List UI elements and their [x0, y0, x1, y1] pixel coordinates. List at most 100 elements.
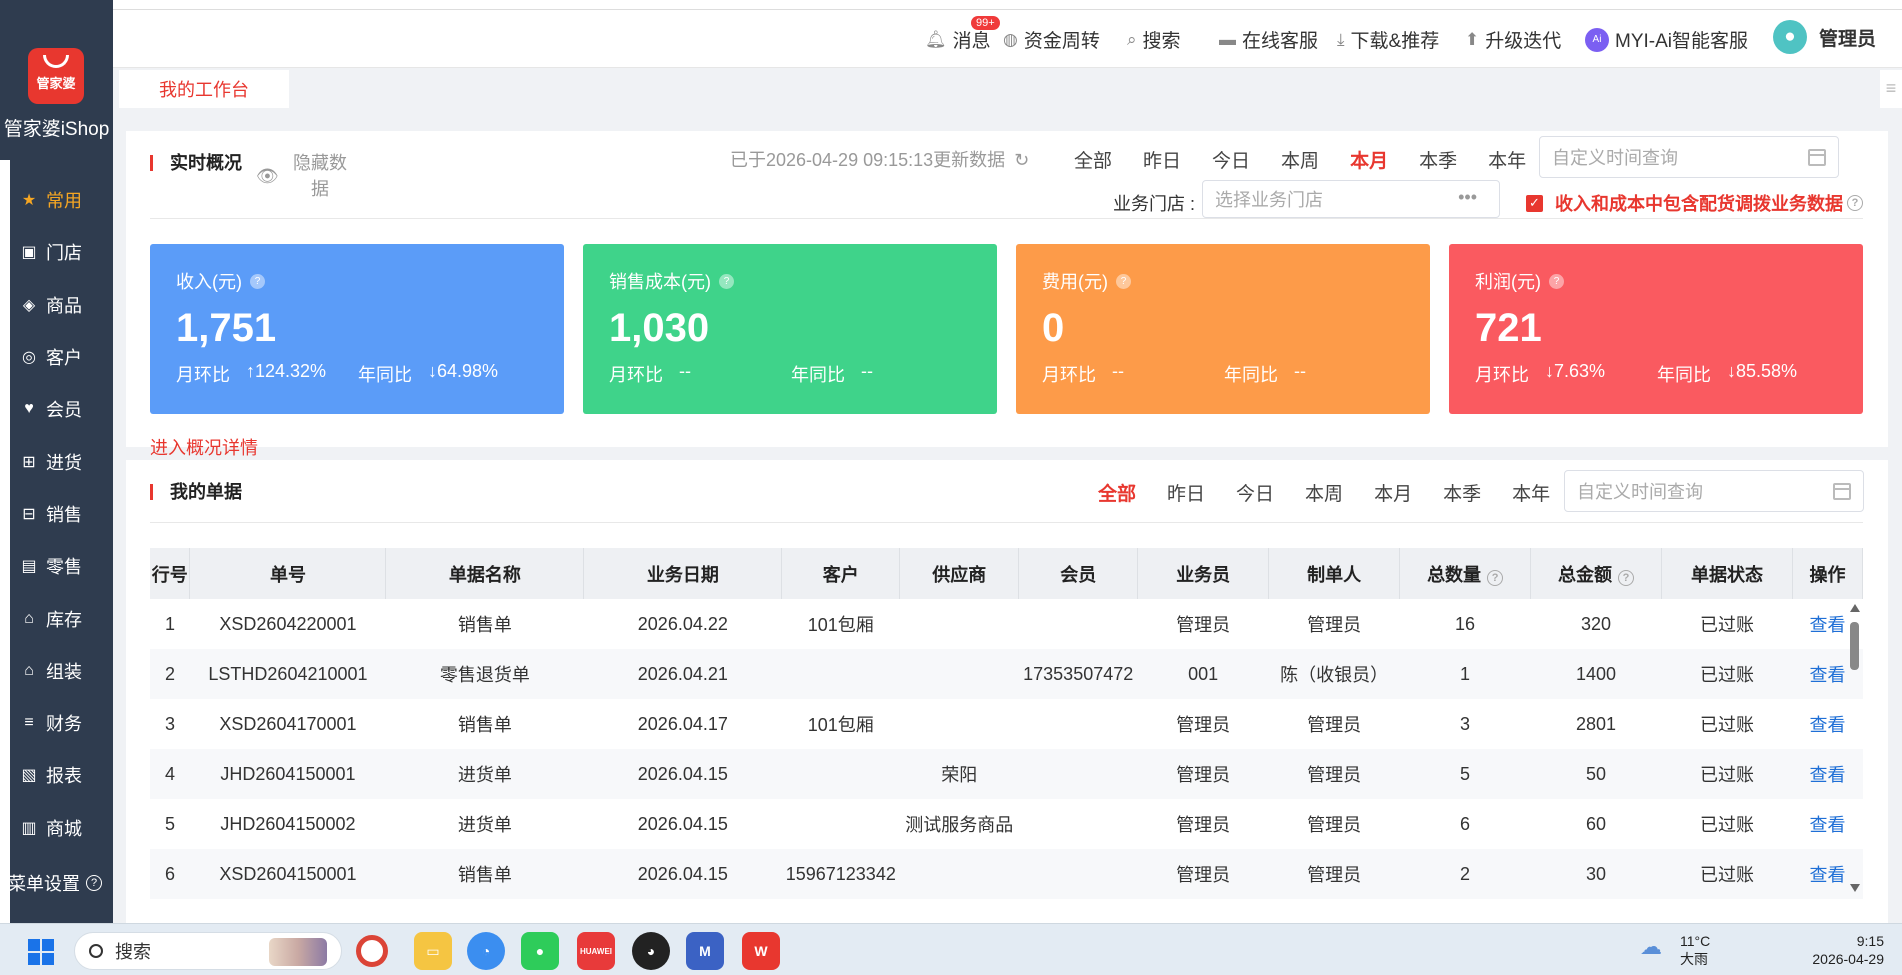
column-header-label: 单据名称: [448, 564, 521, 585]
overview-range-option[interactable]: 本月: [1350, 146, 1388, 173]
scroll-down-icon[interactable]: [1850, 884, 1860, 892]
sidebar-item-12[interactable]: ▥ 商城: [0, 802, 113, 854]
table-cell: 5: [1399, 749, 1531, 799]
overview-range-option[interactable]: 本周: [1281, 146, 1319, 173]
table-cell: 2026.04.15: [583, 749, 782, 799]
overview-date-input[interactable]: 自定义时间查询: [1539, 136, 1839, 178]
documents-range-option[interactable]: 本周: [1305, 479, 1343, 506]
assemble-icon: ⌂: [24, 661, 34, 679]
user-menu[interactable]: ● 管理员: [1773, 20, 1876, 54]
cost-card[interactable]: 销售成本(元)? 1,030 月环比 -- 年同比 --: [583, 244, 997, 414]
sidebar-item-5[interactable]: ⊞ 进货: [0, 435, 113, 487]
documents-range-option[interactable]: 今日: [1236, 479, 1274, 506]
table-row[interactable]: 1 XSD2604220001 销售单 2026.04.22 101包厢 管理员 管理员 16…: [150, 599, 1863, 649]
table-scrollbar[interactable]: [1848, 600, 1862, 896]
help-icon[interactable]: ?: [1549, 273, 1564, 289]
table-cell: 101包厢: [807, 715, 874, 735]
windows-start-icon[interactable]: [28, 939, 54, 965]
eye-icon[interactable]: 👁︎: [256, 166, 279, 187]
table-row[interactable]: 4 JHD2604150001 进货单 2026.04.15 荣阳 管理员 管理员 5 50 已过…: [150, 749, 1863, 799]
help-icon[interactable]: ?: [1487, 569, 1504, 586]
documents-range-option[interactable]: 全部: [1098, 479, 1136, 506]
sidebar-item-label: 报表: [46, 766, 82, 787]
table-row[interactable]: 6 XSD2604150001 销售单 2026.04.15 15967123342 管理…: [150, 849, 1863, 899]
weather-widget[interactable]: ☁︎ 11°C 大雨: [1640, 932, 1710, 968]
table-cell: [899, 649, 1019, 699]
qq-icon[interactable]: ◕: [632, 932, 670, 970]
profit-card[interactable]: 利润(元)? 721 月环比 ↓7.63% 年同比 ↓85.58%: [1449, 244, 1863, 414]
help-icon[interactable]: ?: [1116, 273, 1131, 289]
menu-settings-button[interactable]: 菜单设置 ?: [0, 862, 113, 904]
funds-button[interactable]: ◍ 资金周转: [1003, 26, 1100, 53]
help-icon[interactable]: ?: [1847, 195, 1863, 211]
tab-menu-icon[interactable]: ≡: [1880, 70, 1902, 108]
tab-workbench[interactable]: 我的工作台: [119, 70, 289, 108]
scroll-up-icon[interactable]: [1850, 604, 1860, 612]
help-icon[interactable]: ?: [719, 273, 734, 289]
overview-range-option[interactable]: 全部: [1074, 146, 1112, 173]
sidebar-item-1[interactable]: ▣ 门店: [0, 226, 113, 278]
chat-icon[interactable]: ◔: [467, 932, 505, 970]
table-cell: 管理员: [1307, 615, 1362, 635]
sidebar-item-11[interactable]: ▧ 报表: [0, 749, 113, 801]
folder-icon[interactable]: ▭: [414, 932, 452, 970]
store-icon: ▣: [21, 244, 37, 262]
help-icon[interactable]: ?: [86, 875, 102, 891]
wps-icon[interactable]: W: [742, 932, 780, 970]
refresh-icon[interactable]: ↻: [1014, 150, 1029, 170]
taskbar-search[interactable]: 搜索: [74, 932, 342, 970]
wechat-icon[interactable]: ●: [521, 932, 559, 970]
column-header: 单据名称: [385, 548, 585, 599]
income-card[interactable]: 收入(元)? 1,751 月环比 ↑124.32% 年同比 ↓64.98%: [150, 244, 564, 414]
overview-title: 实时概况: [150, 150, 246, 176]
column-header: 单号: [189, 548, 387, 599]
help-icon[interactable]: ?: [1618, 569, 1634, 586]
ai-support-button[interactable]: Ai MYI-Ai智能客服: [1585, 26, 1748, 53]
table-row[interactable]: 5 JHD2604150002 进货单 2026.04.15 测试服务商品 管理员 管理员 6…: [150, 799, 1863, 849]
overview-range-option[interactable]: 本年: [1488, 146, 1526, 173]
overview-range-option[interactable]: 本季: [1419, 146, 1457, 173]
system-clock[interactable]: 9:15 2026-04-29: [1812, 932, 1884, 968]
scroll-thumb[interactable]: [1850, 622, 1859, 670]
expense-card[interactable]: 费用(元)? 0 月环比 -- 年同比 --: [1016, 244, 1430, 414]
bell-icon: 🔔︎: [925, 29, 947, 49]
checkbox-checked-icon[interactable]: ✓: [1526, 194, 1543, 212]
download-button[interactable]: ⤓ 下载&推荐: [1337, 26, 1439, 53]
search-button[interactable]: ⌕ 搜索: [1127, 26, 1181, 53]
table-row[interactable]: 2 LSTHD2604210001 零售退货单 2026.04.21 173535074…: [150, 649, 1863, 699]
wps-chart-icon[interactable]: M: [686, 932, 724, 970]
sidebar-item-2[interactable]: ◈ 商品: [0, 279, 113, 331]
store-select[interactable]: 选择业务门店 •••: [1202, 180, 1500, 218]
table-cell: 001: [1137, 649, 1269, 699]
include-transfer-option[interactable]: ✓ 收入和成本中包含配货调拨业务数据 ?: [1526, 190, 1863, 216]
hide-data-toggle[interactable]: 隐藏数据: [288, 150, 352, 202]
sidebar-item-0[interactable]: ★ 常用: [0, 174, 113, 226]
messages-button[interactable]: 🔔︎ 消息 99+: [925, 16, 1000, 53]
app-logo[interactable]: 管家婆: [28, 48, 84, 104]
documents-date-input[interactable]: 自定义时间查询: [1564, 470, 1864, 512]
table-row[interactable]: 3 XSD2604170001 销售单 2026.04.17 101包厢 管理员 管理员 3 2…: [150, 699, 1863, 749]
documents-range-option[interactable]: 昨日: [1167, 479, 1205, 506]
huawei-icon[interactable]: HUAWEI: [577, 932, 615, 970]
sidebar-item-9[interactable]: ⌂ 组装: [0, 645, 113, 697]
documents-range-option[interactable]: 本季: [1443, 479, 1481, 506]
upgrade-button[interactable]: ⬆ 升级迭代: [1465, 26, 1561, 53]
documents-range-option[interactable]: 本年: [1512, 479, 1550, 506]
sidebar-item-label: 会员: [46, 400, 82, 421]
chrome-icon[interactable]: [356, 935, 388, 967]
overview-range-option[interactable]: 今日: [1212, 146, 1250, 173]
sidebar-item-4[interactable]: ♥ 会员: [0, 383, 113, 435]
documents-range-selector: 全部 昨日 今日 本周 本月 本季 本年: [1098, 479, 1581, 506]
sidebar-item-6[interactable]: ⊟ 销售: [0, 488, 113, 540]
sidebar-item-8[interactable]: ⌂ 库存: [0, 592, 113, 644]
star-icon: ★: [21, 192, 37, 210]
documents-range-option[interactable]: 本月: [1374, 479, 1412, 506]
overview-detail-link[interactable]: 进入概况详情: [150, 434, 258, 460]
sidebar-item-3[interactable]: ◎ 客户: [0, 331, 113, 383]
sidebar-item-10[interactable]: ≡ 财务: [0, 697, 113, 749]
card-label-text: 销售成本(元): [609, 272, 711, 292]
overview-range-option[interactable]: 昨日: [1143, 146, 1181, 173]
sidebar-item-7[interactable]: ▤ 零售: [0, 540, 113, 592]
help-icon[interactable]: ?: [250, 273, 265, 289]
online-support-button[interactable]: ▬ 在线客服: [1219, 26, 1318, 53]
